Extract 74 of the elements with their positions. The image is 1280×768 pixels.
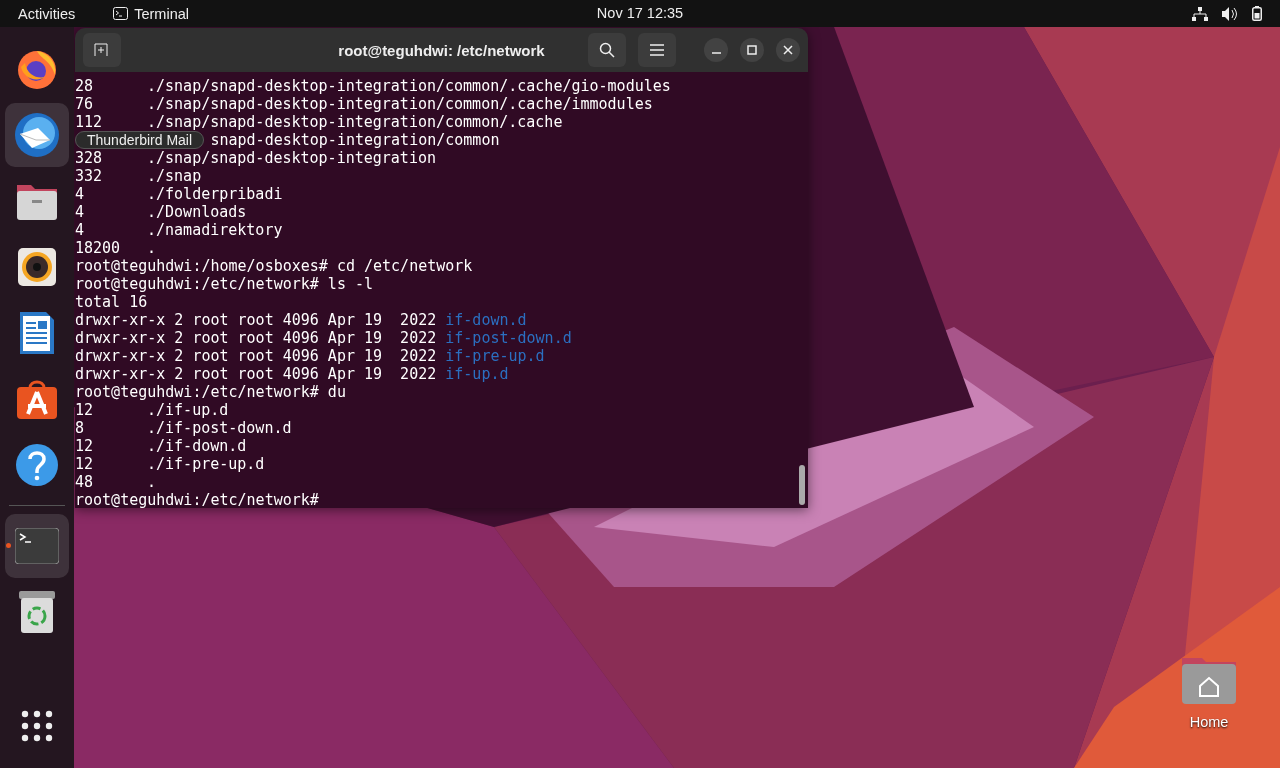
file-path: snapd-desktop-integration/common [210, 131, 500, 149]
disk-usage-size: 4 [75, 221, 86, 239]
file-path: ./snap/snapd-desktop-integration [147, 149, 436, 167]
maximize-icon [747, 45, 757, 55]
file-path: ./snap/snapd-desktop-integration/common/.cache/immodules [147, 95, 653, 113]
disk-usage-size: 12 [75, 401, 95, 419]
close-icon [783, 45, 793, 55]
file-path: ./folderpribadi [147, 185, 283, 203]
directory-name: if-post-down.d [445, 329, 572, 347]
disk-usage-size: 28 [75, 77, 95, 95]
speaker-icon [17, 247, 57, 287]
network-icon[interactable] [1192, 6, 1208, 21]
new-tab-icon [94, 43, 110, 57]
terminal-icon [15, 528, 59, 564]
file-path: ./snap [147, 167, 202, 185]
dock-item[interactable] [5, 103, 69, 167]
disk-usage-size: 332 [75, 167, 104, 185]
file-listing: drwxr-xr-x 2 root root 4096 Apr 19 2022 [75, 347, 437, 365]
document-icon [18, 310, 56, 356]
disk-usage-size: 48 [75, 473, 95, 491]
file-listing: drwxr-xr-x 2 root root 4096 Apr 19 2022 [75, 365, 437, 383]
maximize-button[interactable] [740, 38, 764, 62]
file-path: ./if-pre-up.d [147, 455, 265, 473]
terminal-line: root@teguhdwi:/etc/network# du [75, 383, 346, 401]
disk-usage-size: 76 [75, 95, 95, 113]
shopping-bag-icon [15, 378, 59, 420]
search-icon [599, 42, 615, 58]
terminal-line: root@teguhdwi:/etc/network# [75, 491, 319, 508]
new-tab-button[interactable] [83, 33, 121, 67]
file-path: ./if-up.d [147, 401, 229, 419]
trash-icon [18, 590, 56, 634]
search-button[interactable] [588, 33, 626, 67]
disk-usage-size: 4 [75, 203, 86, 221]
file-path: ./if-post-down.d [147, 419, 292, 437]
disk-usage-size: 18200 [75, 239, 122, 257]
disk-usage-size: 12 [75, 437, 95, 455]
directory-name: if-down.d [445, 311, 527, 329]
directory-name: if-pre-up.d [445, 347, 545, 365]
directory-name: if-up.d [445, 365, 509, 383]
terminal-line: root@teguhdwi:/home/osboxes# cd /etc/network [75, 257, 473, 275]
close-button[interactable] [776, 38, 800, 62]
file-listing: drwxr-xr-x 2 root root 4096 Apr 19 2022 [75, 329, 437, 347]
app-menu[interactable]: Terminal [113, 5, 189, 22]
file-path: ./if-down.d [147, 437, 247, 455]
disk-usage-size: 12 [75, 455, 95, 473]
file-path: ./snap/snapd-desktop-integration/common/.cache/gio-modules [147, 77, 671, 95]
disk-usage-size: 4 [75, 185, 86, 203]
terminal-icon [113, 7, 129, 20]
window-title: root@teguhdwi: /etc/network [338, 41, 545, 59]
file-path: ./snap/snapd-desktop-integration/common/.cache [147, 113, 563, 131]
menu-icon [650, 44, 664, 56]
disk-usage-size: 8 [75, 419, 86, 437]
battery-icon[interactable] [1252, 6, 1262, 21]
file-path: ./Downloads [147, 203, 247, 221]
terminal-line: root@teguhdwi:/etc/network# ls -l [75, 275, 373, 293]
volume-icon[interactable] [1222, 6, 1238, 21]
clock[interactable]: Nov 17 12:35 [596, 5, 684, 21]
mail-icon [12, 110, 62, 160]
file-path: . [147, 239, 157, 257]
app-grid-icon[interactable] [21, 710, 53, 742]
disk-usage-size: 112 [75, 113, 104, 131]
file-path: ./namadirektory [147, 221, 283, 239]
disk-usage-size: 328 [75, 149, 104, 167]
file-path: . [147, 473, 157, 491]
minimize-icon [711, 52, 721, 54]
file-listing: drwxr-xr-x 2 root root 4096 Apr 19 2022 [75, 311, 437, 329]
desktop-icon[interactable]: Home [1180, 654, 1238, 730]
menu-button[interactable] [638, 33, 676, 67]
terminal-line: total 16 [75, 293, 148, 311]
activities-button[interactable]: Activities [18, 5, 76, 22]
tooltip: Thunderbird Mail [75, 131, 205, 149]
scrollbar[interactable] [799, 465, 805, 505]
help-icon [15, 443, 59, 487]
minimize-button[interactable] [704, 38, 728, 62]
